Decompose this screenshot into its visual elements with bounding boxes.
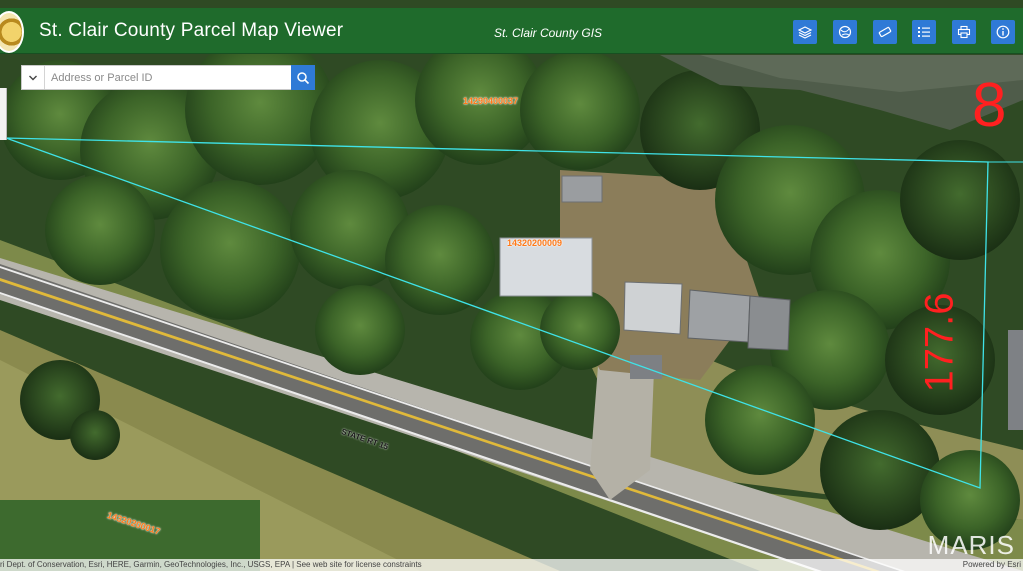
- print-icon: [957, 25, 971, 39]
- search-icon: [297, 71, 310, 84]
- map-attribution: ri Dept. of Conservation, Esri, HERE, Ga…: [0, 559, 1023, 571]
- legend-button[interactable]: [912, 20, 936, 44]
- app-title: St. Clair County Parcel Map Viewer: [39, 20, 344, 41]
- measure-icon: [878, 26, 892, 38]
- powered-by-link[interactable]: Powered by Esri: [963, 559, 1021, 571]
- parcel-label-subject: 14320200009: [507, 238, 563, 248]
- dimension-partial: 8: [972, 71, 1007, 140]
- search-box: [21, 65, 297, 90]
- print-button[interactable]: [952, 20, 976, 44]
- dimension-east: 177.6: [917, 292, 962, 393]
- watermark-logo: MARIS: [927, 530, 1015, 560]
- layers-icon: [798, 26, 812, 39]
- map-side-panel-toggle[interactable]: [0, 88, 7, 140]
- basemap-icon: [838, 25, 852, 39]
- legend-icon: [918, 27, 930, 37]
- attribution-text: ri Dept. of Conservation, Esri, HERE, Ga…: [0, 560, 422, 569]
- layers-button[interactable]: [793, 20, 817, 44]
- search-input[interactable]: [45, 66, 297, 89]
- measure-button[interactable]: [873, 20, 897, 44]
- search-source-dropdown[interactable]: [22, 66, 45, 89]
- app-subtitle: St. Clair County GIS: [494, 26, 603, 40]
- basemap-button[interactable]: [833, 20, 857, 44]
- search-button[interactable]: [291, 65, 315, 90]
- app-header: St. Clair County Parcel Map Viewer St. C…: [0, 8, 1023, 54]
- info-button[interactable]: [991, 20, 1015, 44]
- info-icon: [996, 25, 1010, 39]
- county-seal-icon: [0, 11, 24, 53]
- parcel-label-north: 14290400037: [463, 96, 519, 106]
- chevron-down-icon: [29, 75, 37, 80]
